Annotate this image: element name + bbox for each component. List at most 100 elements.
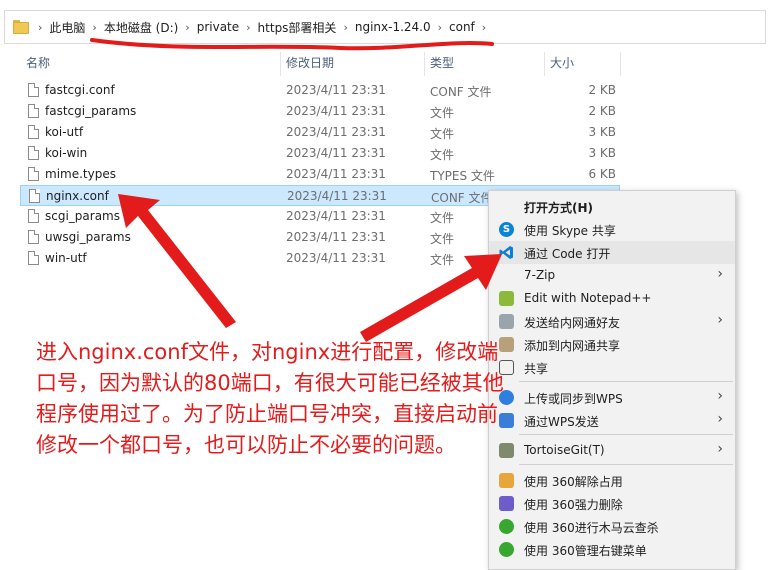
chevron-right-icon[interactable]: › (185, 21, 189, 34)
file-icon (28, 83, 39, 97)
column-divider[interactable] (280, 52, 281, 76)
menu-item-360-delete[interactable]: 使用 360强力删除 (489, 492, 735, 515)
file-size: 2 KB (588, 104, 616, 118)
file-icon (28, 251, 39, 265)
menu-item-label: TortoiseGit(T) (524, 443, 605, 457)
menu-item-label: 通过WPS发送 (524, 415, 599, 429)
menu-item-label: 通过 Code 打开 (524, 247, 611, 261)
file-date: 2023/4/11 23:31 (286, 146, 386, 160)
file-size: 2 KB (588, 83, 616, 97)
menu-item-share[interactable]: 共享 (489, 356, 735, 379)
file-icon (28, 125, 39, 139)
breadcrumb-https[interactable]: https部署相关 (258, 19, 337, 36)
column-size[interactable]: 大小 (550, 54, 574, 71)
menu-item-wps-upload[interactable]: 上传或同步到WPS › (489, 386, 735, 409)
delete-360-icon (499, 496, 514, 511)
file-type: TYPES 文件 (430, 169, 495, 183)
file-name: fastcgi_params (45, 104, 137, 118)
menu-item-add-intranet-share[interactable]: 添加到内网通共享 (489, 333, 735, 356)
file-row[interactable]: mime.types 2023/4/11 23:31 TYPES 文件 6 KB (20, 164, 620, 185)
chevron-right-icon[interactable]: › (482, 21, 486, 34)
scan-360-icon (499, 519, 514, 534)
file-icon (28, 146, 39, 160)
file-name: koi-utf (45, 125, 84, 139)
menu-separator (519, 464, 733, 465)
chevron-right-icon[interactable]: › (38, 21, 42, 34)
chevron-right-icon[interactable]: › (343, 21, 347, 34)
chevron-right-icon[interactable]: › (246, 21, 250, 34)
menu-360-icon (499, 542, 514, 557)
file-row[interactable]: koi-utf 2023/4/11 23:31 文件 3 KB (20, 122, 620, 143)
chevron-right-icon[interactable]: › (438, 21, 442, 34)
column-type[interactable]: 类型 (430, 54, 454, 71)
send-icon (499, 314, 514, 329)
menu-item-open-with[interactable]: 打开方式(H) (489, 195, 735, 218)
menu-item-360-menu[interactable]: 使用 360管理右键菜单 (489, 538, 735, 561)
file-type: 文件 (430, 232, 455, 246)
file-name: mime.types (45, 167, 116, 181)
column-date[interactable]: 修改日期 (286, 54, 334, 71)
file-icon (28, 167, 39, 181)
context-menu: 打开方式(H) S 使用 Skype 共享 通过 Code 打开 7-Zip ›… (488, 190, 736, 570)
chevron-right-icon[interactable]: › (92, 21, 96, 34)
file-row[interactable]: fastcgi.conf 2023/4/11 23:31 CONF 文件 2 K… (20, 80, 620, 101)
breadcrumb-conf[interactable]: conf (449, 20, 475, 34)
menu-item-skype-share[interactable]: S 使用 Skype 共享 (489, 218, 735, 241)
menu-item-label: 使用 360管理右键菜单 (524, 544, 647, 558)
file-name: nginx.conf (46, 189, 109, 203)
menu-item-send-intranet[interactable]: 发送给内网通好友 › (489, 310, 735, 333)
file-icon (28, 230, 39, 244)
breadcrumb-this-pc[interactable]: 此电脑 (49, 19, 85, 36)
file-name: uwsgi_params (45, 230, 131, 244)
menu-item-label: 使用 Skype 共享 (524, 224, 616, 238)
breadcrumb-nginx[interactable]: nginx-1.24.0 (355, 20, 431, 34)
file-name: koi-win (45, 146, 88, 160)
menu-item-open-with-code[interactable]: 通过 Code 打开 (489, 241, 735, 264)
column-divider[interactable] (544, 52, 545, 76)
file-date: 2023/4/11 23:31 (286, 167, 386, 181)
menu-item-label: 上传或同步到WPS (524, 392, 623, 406)
address-bar[interactable]: › 此电脑 › 本地磁盘 (D:) › private › https部署相关 … (4, 10, 766, 44)
menu-item-label: 使用 360进行木马云查杀 (524, 521, 659, 535)
chevron-right-icon: › (717, 441, 723, 457)
menu-item-360-scan[interactable]: 使用 360进行木马云查杀 (489, 515, 735, 538)
menu-item-label: 使用 360解除占用 (524, 475, 623, 489)
file-date: 2023/4/11 23:31 (286, 230, 386, 244)
menu-item-notepad[interactable]: Edit with Notepad++ (489, 287, 735, 310)
chevron-right-icon: › (717, 388, 723, 404)
menu-item-label: 添加到内网通共享 (524, 339, 621, 353)
file-type: 文件 (430, 148, 455, 162)
file-size: 6 KB (588, 167, 616, 181)
file-row[interactable]: fastcgi_params 2023/4/11 23:31 文件 2 KB (20, 101, 620, 122)
menu-item-label: Edit with Notepad++ (524, 291, 652, 305)
chevron-right-icon: › (717, 266, 723, 282)
folder-icon (13, 20, 31, 34)
file-date: 2023/4/11 23:31 (286, 125, 386, 139)
file-size: 3 KB (588, 146, 616, 160)
breadcrumb-drive-d[interactable]: 本地磁盘 (D:) (104, 19, 178, 36)
file-type: 文件 (430, 211, 455, 225)
column-divider[interactable] (620, 52, 621, 76)
file-name: win-utf (45, 251, 87, 265)
breadcrumb-private[interactable]: private (197, 20, 239, 34)
annotation-text: 进入nginx.conf文件，对nginx进行配置，修改端口号，因为默认的80端… (36, 340, 504, 457)
file-icon (29, 189, 40, 203)
menu-item-label: 使用 360强力删除 (524, 498, 623, 512)
file-row[interactable]: koi-win 2023/4/11 23:31 文件 3 KB (20, 143, 620, 164)
menu-separator (519, 381, 733, 382)
menu-item-tortoisegit[interactable]: TortoiseGit(T) › (489, 439, 735, 462)
file-type: 文件 (430, 127, 455, 141)
column-headers: 名称 修改日期 类型 大小 (0, 52, 770, 76)
menu-item-360-unlock[interactable]: 使用 360解除占用 (489, 469, 735, 492)
chevron-right-icon: › (717, 411, 723, 427)
file-date: 2023/4/11 23:31 (286, 104, 386, 118)
file-type: CONF 文件 (430, 85, 492, 99)
file-date: 2023/4/11 23:31 (286, 83, 386, 97)
menu-item-wps-send[interactable]: 通过WPS发送 › (489, 409, 735, 432)
column-name[interactable]: 名称 (26, 54, 50, 71)
column-divider[interactable] (424, 52, 425, 76)
skype-icon: S (499, 222, 514, 237)
menu-item-7zip[interactable]: 7-Zip › (489, 264, 735, 287)
file-icon (28, 104, 39, 118)
chevron-right-icon: › (717, 312, 723, 328)
